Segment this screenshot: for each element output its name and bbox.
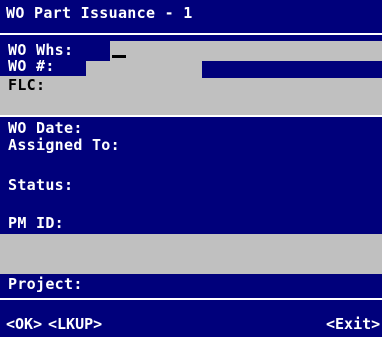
pm-id-value-area	[0, 234, 382, 274]
exit-key[interactable]: <Exit>	[326, 316, 380, 332]
pm-id-label: PM ID:	[8, 214, 64, 232]
wo-whs-label: WO Whs:	[8, 41, 74, 59]
wo-whs-input-cursor[interactable]	[112, 55, 126, 58]
terminal-screen: WO Part Issuance - 1 WO Whs: WO #: FLC: …	[0, 0, 382, 337]
label-bg-2	[86, 41, 110, 61]
assigned-to-label: Assigned To:	[8, 136, 120, 154]
project-label: Project:	[8, 275, 83, 293]
flc-label: FLC:	[8, 76, 46, 94]
wo-number-value-bar	[202, 61, 382, 78]
ok-key[interactable]: <OK>	[6, 316, 42, 332]
wo-number-label: WO #:	[8, 57, 55, 75]
status-label: Status:	[8, 176, 74, 194]
footer-divider	[0, 298, 382, 300]
title-divider	[0, 33, 382, 35]
page-title: WO Part Issuance - 1	[6, 4, 193, 22]
lookup-key[interactable]: <LKUP>	[48, 316, 102, 332]
screen-edge	[382, 0, 390, 337]
wo-date-label: WO Date:	[8, 119, 83, 137]
section-divider	[0, 115, 382, 117]
